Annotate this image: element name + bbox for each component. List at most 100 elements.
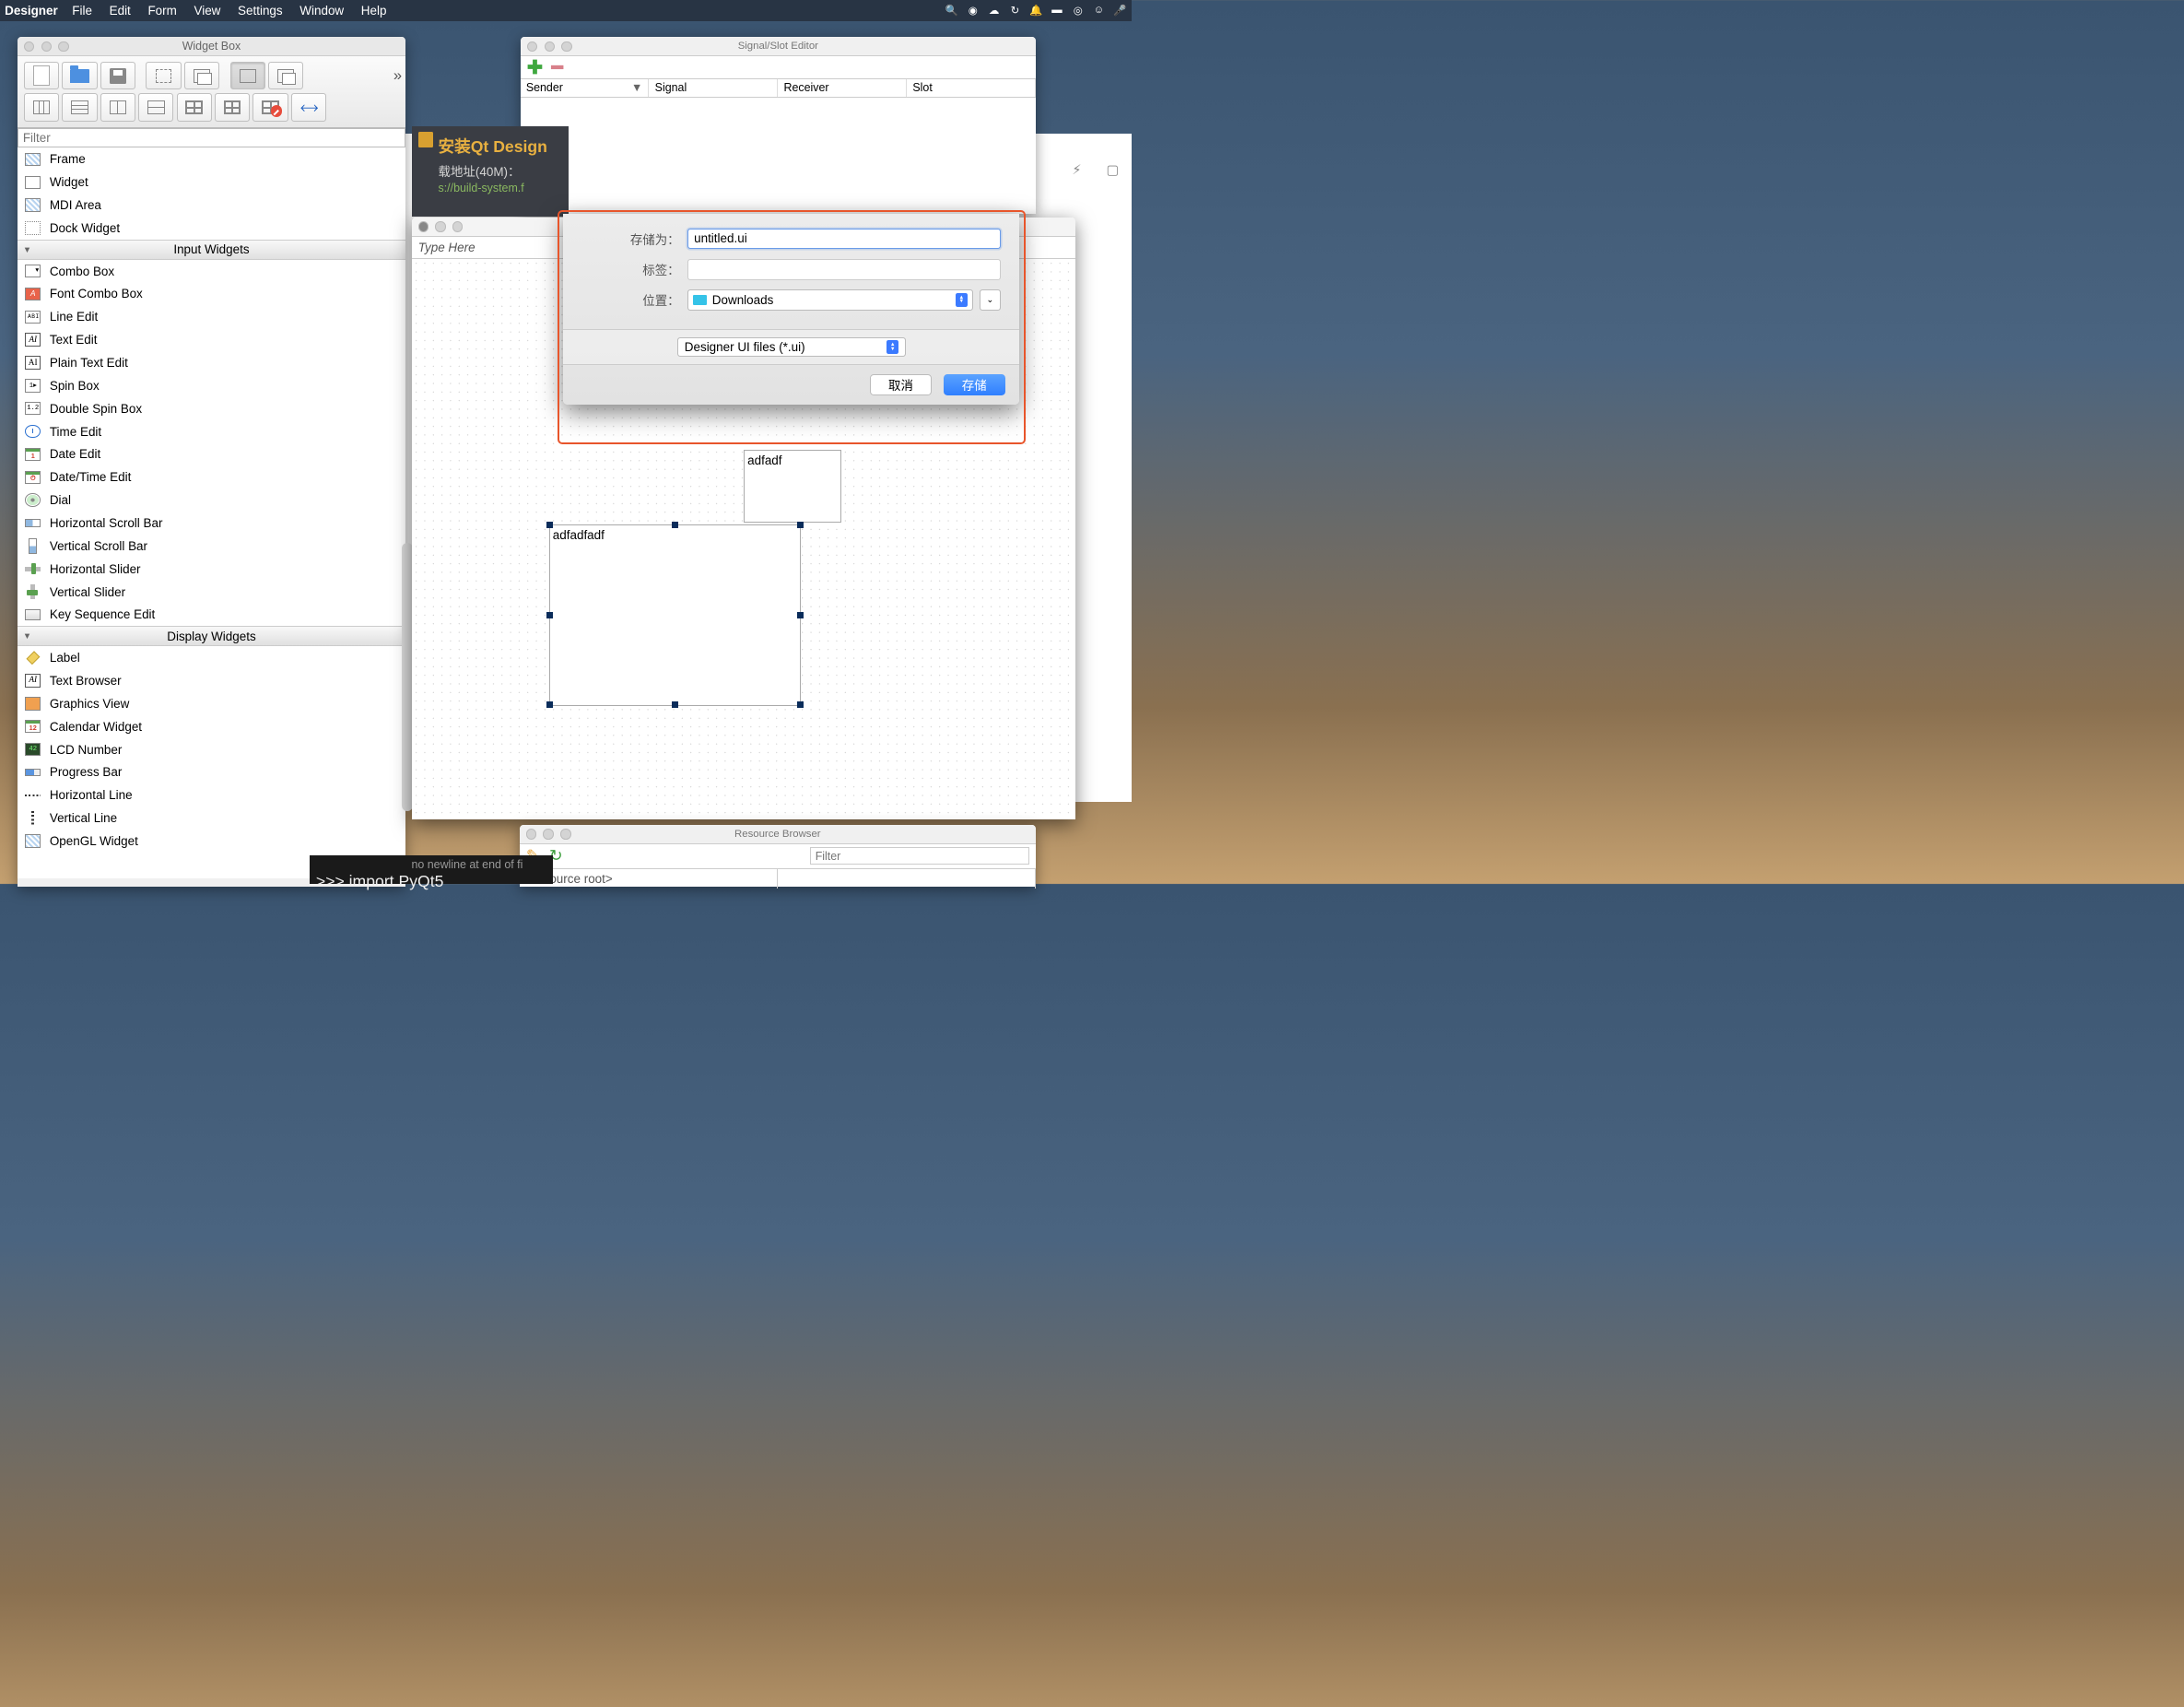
add-icon[interactable]: ✚: [527, 56, 543, 79]
layout-vertical-button[interactable]: [62, 93, 97, 121]
filetype-select[interactable]: Designer UI files (*.ui) ▲▼: [677, 337, 907, 358]
widgetbox-titlebar[interactable]: Widget Box: [18, 37, 406, 56]
list-item[interactable]: AIText Browser: [18, 669, 406, 692]
list-item[interactable]: ABILine Edit: [18, 305, 406, 328]
widgetbox-filter-input[interactable]: [18, 128, 406, 148]
menu-form[interactable]: Form: [147, 4, 176, 18]
menu-settings[interactable]: Settings: [238, 4, 283, 18]
menu-help[interactable]: Help: [361, 4, 387, 18]
close-icon[interactable]: [526, 829, 536, 839]
layout-hsplit-button[interactable]: [100, 93, 135, 121]
signalslot-titlebar[interactable]: Signal/Slot Editor: [521, 37, 1036, 56]
minimize-icon[interactable]: [435, 221, 445, 231]
sync-icon[interactable]: ↻: [1008, 4, 1022, 18]
search-icon[interactable]: 🔍: [945, 4, 959, 18]
list-item[interactable]: AFont Combo Box: [18, 283, 406, 306]
app-name[interactable]: Designer: [5, 4, 58, 18]
list-item[interactable]: Vertical Line: [18, 806, 406, 830]
resource-tree[interactable]: <resource root>: [520, 869, 778, 889]
resize-handle[interactable]: [546, 612, 553, 618]
mic-icon[interactable]: 🎤: [1113, 4, 1127, 18]
bell-icon[interactable]: 🔔: [1029, 4, 1043, 18]
face-icon[interactable]: ☺: [1092, 4, 1106, 18]
zoom-icon[interactable]: [560, 829, 570, 839]
menu-edit[interactable]: Edit: [110, 4, 131, 18]
edit-signals-button[interactable]: [268, 62, 303, 89]
zoom-icon[interactable]: [452, 221, 463, 231]
list-item[interactable]: 42LCD Number: [18, 738, 406, 761]
list-item[interactable]: Label: [18, 646, 406, 669]
close-icon[interactable]: [527, 41, 537, 52]
cancel-button[interactable]: 取消: [870, 374, 932, 395]
save-button[interactable]: 存储: [944, 374, 1005, 395]
list-item[interactable]: Graphics View: [18, 692, 406, 715]
tags-input[interactable]: [687, 259, 1001, 280]
menu-view[interactable]: View: [194, 4, 220, 18]
zoom-icon[interactable]: [58, 41, 68, 52]
list-item[interactable]: Horizontal Line: [18, 783, 406, 806]
section-display-widgets[interactable]: ▼Display Widgets: [18, 626, 406, 646]
remove-icon[interactable]: ━: [552, 56, 563, 79]
zoom-icon[interactable]: [561, 41, 571, 52]
resize-handle[interactable]: [546, 701, 553, 708]
menu-file[interactable]: File: [72, 4, 92, 18]
list-item[interactable]: Horizontal Scroll Bar: [18, 512, 406, 535]
resize-handle[interactable]: [546, 522, 553, 528]
minimize-icon[interactable]: [545, 41, 555, 52]
canvas-widget-1[interactable]: adfadf: [744, 450, 841, 523]
adjust-size-button[interactable]: ⤢: [291, 93, 326, 121]
tray-icon-1[interactable]: ◉: [967, 4, 980, 18]
tray-icon-2[interactable]: ☁︎: [987, 4, 1001, 18]
open-button[interactable]: [62, 62, 97, 89]
list-item[interactable]: Dial: [18, 489, 406, 512]
bolt-icon[interactable]: ⚡︎: [1072, 163, 1081, 178]
list-item[interactable]: AIPlain Text Edit: [18, 351, 406, 374]
break-layout-button[interactable]: [252, 93, 288, 121]
layout-vsplit-button[interactable]: [138, 93, 173, 121]
section-input-widgets[interactable]: ▼Input Widgets: [18, 240, 406, 260]
list-item[interactable]: Progress Bar: [18, 760, 406, 783]
close-icon[interactable]: [24, 41, 34, 52]
new-button[interactable]: [24, 62, 59, 89]
col-sender[interactable]: Sender▼: [521, 79, 650, 97]
layout-grid-button[interactable]: [177, 93, 212, 121]
list-item[interactable]: 12Calendar Widget: [18, 715, 406, 738]
send-back-button[interactable]: [146, 62, 181, 89]
list-item[interactable]: Time Edit: [18, 420, 406, 443]
list-item[interactable]: Vertical Scroll Bar: [18, 535, 406, 558]
layout-form-button[interactable]: [215, 93, 250, 121]
list-item[interactable]: Widget: [18, 171, 406, 194]
edit-widgets-button[interactable]: [230, 62, 265, 89]
list-item[interactable]: Horizontal Slider: [18, 558, 406, 581]
col-signal[interactable]: Signal: [649, 79, 778, 97]
resize-handle[interactable]: [797, 522, 804, 528]
col-receiver[interactable]: Receiver: [778, 79, 907, 97]
filename-input[interactable]: [687, 229, 1001, 250]
list-item[interactable]: Frame: [18, 147, 406, 171]
resize-handle[interactable]: [672, 522, 678, 528]
list-item[interactable]: Dock Widget: [18, 217, 406, 240]
toolbar-overflow-icon[interactable]: »: [393, 66, 399, 85]
resource-browser-titlebar[interactable]: Resource Browser: [520, 825, 1036, 844]
minimize-icon[interactable]: [41, 41, 52, 52]
resize-handle[interactable]: [672, 701, 678, 708]
list-item[interactable]: ⏱Date/Time Edit: [18, 465, 406, 489]
list-item[interactable]: MDI Area: [18, 194, 406, 217]
list-item[interactable]: 1Date Edit: [18, 443, 406, 466]
page-icon[interactable]: ▢: [1106, 163, 1119, 178]
resource-filter-input[interactable]: [810, 847, 1029, 865]
bring-front-button[interactable]: [184, 62, 219, 89]
layout-horizontal-button[interactable]: [24, 93, 59, 121]
widget-list[interactable]: Frame Widget MDI Area Dock Widget ▼Input…: [18, 147, 406, 878]
resize-handle[interactable]: [797, 612, 804, 618]
list-item[interactable]: Vertical Slider: [18, 581, 406, 604]
list-item[interactable]: 1▸Spin Box: [18, 374, 406, 397]
list-item[interactable]: Key Sequence Edit: [18, 604, 406, 627]
list-item[interactable]: OpenGL Widget: [18, 830, 406, 853]
list-item[interactable]: 1.2Double Spin Box: [18, 397, 406, 420]
location-select[interactable]: Downloads ▲▼: [687, 289, 973, 311]
save-button[interactable]: [100, 62, 135, 89]
tray-icon-3[interactable]: ▬: [1051, 4, 1064, 18]
expand-button[interactable]: ⌄: [980, 289, 1001, 311]
close-icon[interactable]: [418, 221, 429, 231]
